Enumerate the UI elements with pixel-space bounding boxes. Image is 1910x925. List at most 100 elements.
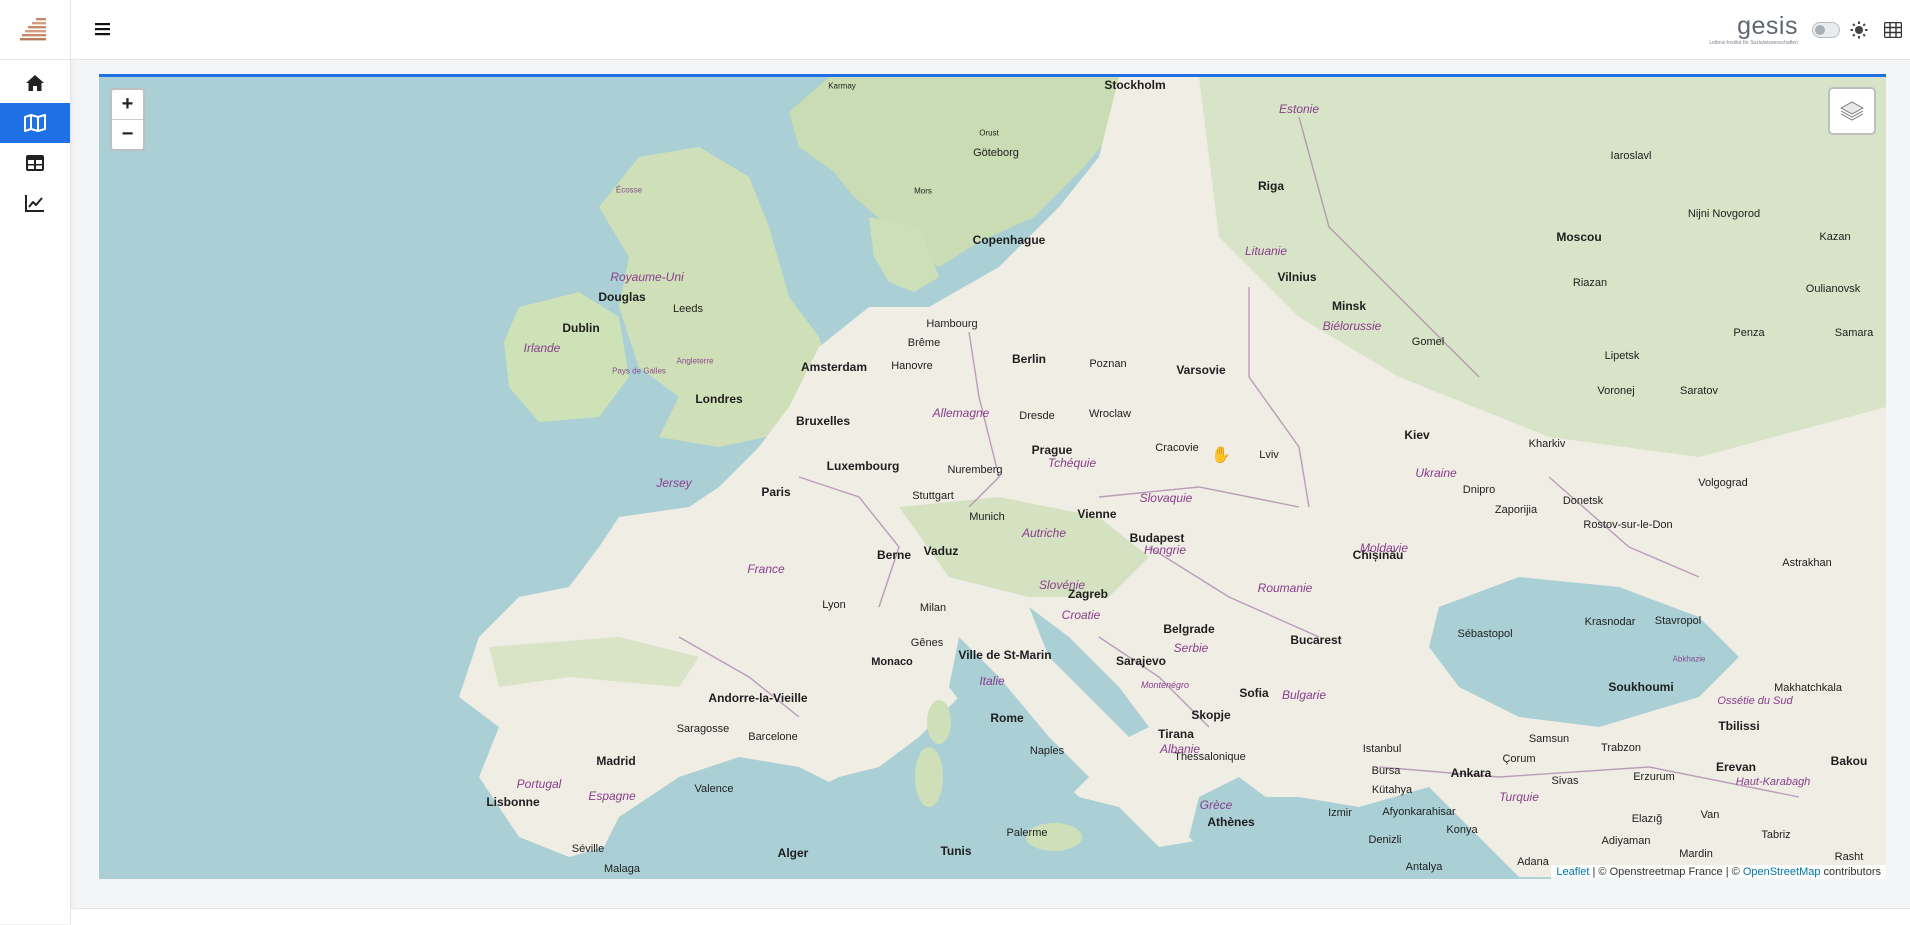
country-label: Portugal [516,777,562,791]
country-label: Croatie [1061,608,1101,622]
city-label: Wroclaw [1089,408,1131,420]
city-label: Mardin [1679,848,1713,860]
city-label: Elazığ [1631,813,1663,825]
country-label: Turquie [1499,790,1539,804]
city-label: Rome [990,711,1024,725]
city-label: Varsovie [1176,363,1226,377]
country-label: Allemagne [932,406,990,420]
menu-toggle-button[interactable] [92,18,114,40]
city-label: Stavropol [1654,615,1702,627]
city-label: Kazan [1819,231,1851,243]
city-label: Vaduz [923,544,959,558]
city-label: Amsterdam [800,360,868,374]
city-label: Dresde [1019,410,1055,422]
city-label: Makhatchkala [1774,682,1842,694]
city-label: Antalya [1405,861,1443,873]
city-label: Milan [919,602,947,614]
city-label: Valence [694,783,734,795]
country-label: Slovénie [1038,578,1086,592]
map-tiles[interactable] [99,77,1886,879]
city-label: Riazan [1572,277,1608,289]
city-label: Malaga [603,863,641,875]
country-label: Royaume-Uni [610,270,684,284]
region-label: Pays de Galles [612,366,666,376]
nav-map[interactable] [0,103,70,143]
gesis-logo[interactable]: gesis Leibniz-Institut für Sozialwissens… [1709,13,1798,46]
city-label: Londres [695,392,743,406]
country-label: Grèce [1199,798,1233,812]
gesis-logo-sub: Leibniz-Institut für Sozialwissenschafte… [1709,39,1798,46]
city-label: Dnipro [1462,484,1496,496]
sardinia-island [915,747,943,807]
city-label: Lviv [1259,449,1279,461]
country-label: Moldavie [1359,541,1409,555]
app-logo-icon [20,17,46,40]
city-label: Zaporijia [1494,504,1538,516]
nav-table[interactable] [0,143,70,183]
city-label: Munich [969,511,1005,523]
country-label: Ossétie du Sud [1717,695,1793,707]
city-label: Séville [571,843,605,855]
attribution-sep: | © Openstreetmap France | © [1589,866,1743,878]
theme-toggle[interactable] [1812,21,1840,38]
city-label: Sofia [1239,686,1269,700]
city-label: Tirana [1158,727,1194,741]
layers-control-button[interactable] [1828,87,1876,135]
city-label: Douglas [598,290,646,304]
city-label: Erzurum [1633,771,1675,783]
city-label: Adiyaman [1601,835,1651,847]
region-label: Angleterre [676,356,714,366]
country-label: Ukraine [1415,466,1457,480]
country-label: Serbie [1173,641,1209,655]
city-label: Bruxelles [795,414,851,428]
city-label: Stockholm [1104,78,1166,92]
city-label: Lisbonne [486,795,540,809]
city-label: Gomel [1411,336,1445,348]
city-label: Rasht [1834,851,1864,863]
zoom-control: + − [110,88,145,151]
city-label: Vilnius [1277,270,1317,284]
city-label: Astrakhan [1782,557,1832,569]
theme-sun-button[interactable] [1846,17,1872,43]
city-label: Bursa [1371,765,1401,777]
city-label: Barcelone [748,731,798,743]
map-icon [24,114,46,132]
osm-link[interactable]: OpenStreetMap [1743,866,1821,878]
city-label: Sarajevo [1115,654,1167,668]
map-attribution: Leaflet | © Openstreetmap France | © Ope… [1551,865,1886,879]
city-label: Samara [1834,327,1874,339]
city-label: Nijni Novgorod [1687,208,1761,220]
city-label: Bakou [1830,754,1868,768]
zoom-out-button[interactable]: − [112,119,143,149]
city-label: Naples [1029,745,1065,757]
app-logo[interactable] [0,0,70,60]
country-label: Slovaquie [1139,491,1193,505]
leaflet-link[interactable]: Leaflet [1556,866,1589,878]
city-label: Saragosse [676,723,730,735]
city-label: Çorum [1502,753,1536,765]
city-label: Minsk [1331,299,1367,313]
toggle-knob [1815,24,1825,35]
apps-grid-button[interactable] [1880,17,1906,43]
city-label: Karmay [828,81,856,91]
city-label: Sébastopol [1457,628,1513,640]
city-label: Moscou [1556,230,1602,244]
country-label: Bulgarie [1281,688,1327,702]
country-label: Irlande [523,341,561,355]
region-label: Écosse [615,185,643,195]
nav-chart[interactable] [0,183,70,223]
country-label: Jersey [656,476,692,490]
city-label: Paris [761,485,791,499]
city-label: Istanbul [1362,743,1402,755]
city-label: Krasnodar [1584,616,1636,628]
page-footer [71,908,1910,925]
city-label: Sivas [1551,775,1579,787]
city-label: Berlin [1011,352,1047,366]
map-container[interactable]: Stockholm Copenhague Riga Vilnius Moscou… [99,74,1886,879]
city-label: Oulianovsk [1805,283,1861,295]
city-label: Volgograd [1698,477,1748,489]
country-label: Biélorussie [1322,319,1382,333]
zoom-in-button[interactable]: + [112,90,143,119]
city-label: Poznan [1089,358,1127,370]
nav-home[interactable] [0,63,70,103]
